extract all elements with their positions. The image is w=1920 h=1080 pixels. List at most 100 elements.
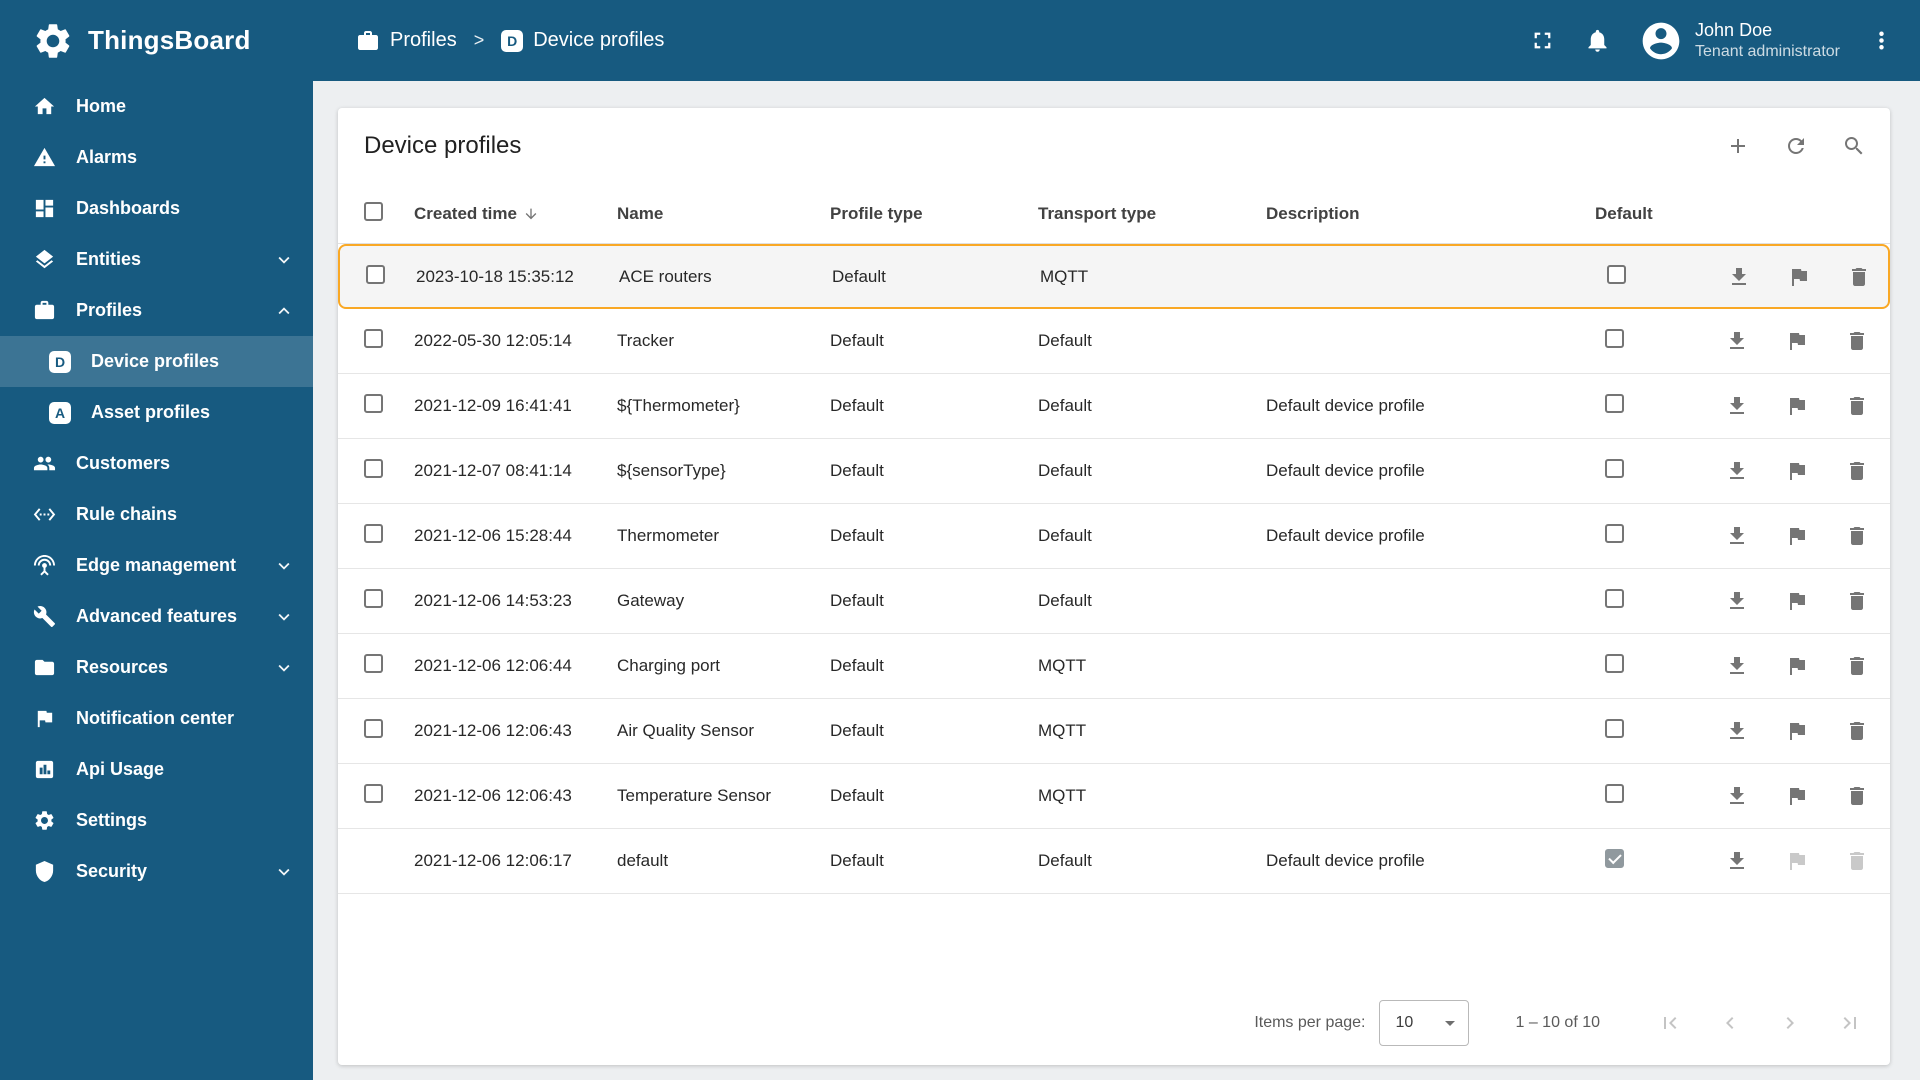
row-checkbox[interactable] <box>364 459 383 478</box>
table-row[interactable]: 2022-05-30 12:05:14 Tracker Default Defa… <box>338 309 1890 374</box>
column-header-profile-type[interactable]: Profile type <box>830 204 1038 224</box>
sidebar-item-api-usage[interactable]: Api Usage <box>0 744 313 795</box>
export-profile-button[interactable] <box>1725 459 1749 483</box>
set-default-button[interactable] <box>1785 394 1809 418</box>
table-row[interactable]: 2021-12-06 12:06:43 Air Quality Sensor D… <box>338 699 1890 764</box>
table-row[interactable]: 2021-12-06 14:53:23 Gateway Default Defa… <box>338 569 1890 634</box>
default-checkbox[interactable] <box>1605 524 1624 543</box>
download-icon <box>1725 524 1749 548</box>
sidebar-item-dashboards[interactable]: Dashboards <box>0 183 313 234</box>
notifications-button[interactable] <box>1584 27 1611 54</box>
sidebar-item-label: Asset profiles <box>91 402 211 422</box>
sidebar-item-settings[interactable]: Settings <box>0 795 313 846</box>
delete-profile-button[interactable] <box>1845 589 1869 613</box>
export-profile-button[interactable] <box>1725 849 1749 873</box>
sidebar-item-home[interactable]: Home <box>0 81 313 132</box>
column-header-name[interactable]: Name <box>617 204 830 224</box>
items-per-page-select[interactable]: 10 <box>1379 999 1470 1046</box>
delete-profile-button[interactable] <box>1845 524 1869 548</box>
delete-profile-button[interactable] <box>1845 719 1869 743</box>
user-menu[interactable]: John Doe Tenant administrator <box>1639 19 1840 63</box>
breadcrumb-device-profiles[interactable]: D Device profiles <box>501 29 664 52</box>
export-profile-button[interactable] <box>1725 654 1749 678</box>
delete-profile-button[interactable] <box>1845 329 1869 353</box>
refresh-button[interactable] <box>1784 134 1808 158</box>
delete-profile-button[interactable] <box>1845 394 1869 418</box>
delete-profile-button[interactable] <box>1845 784 1869 808</box>
row-checkbox[interactable] <box>364 719 383 738</box>
sidebar-item-entities[interactable]: Entities <box>0 234 313 285</box>
row-checkbox-cell <box>338 719 414 743</box>
set-default-button[interactable] <box>1785 719 1809 743</box>
previous-page-button[interactable] <box>1718 1011 1742 1035</box>
sidebar-item-customers[interactable]: Customers <box>0 438 313 489</box>
default-checkbox[interactable] <box>1605 329 1624 348</box>
column-header-created-time[interactable]: Created time <box>414 204 617 224</box>
sidebar-item-device-profiles[interactable]: D Device profiles <box>0 336 313 387</box>
next-page-button[interactable] <box>1778 1011 1802 1035</box>
default-checkbox[interactable] <box>1605 459 1624 478</box>
row-checkbox[interactable] <box>364 589 383 608</box>
table-row[interactable]: 2021-12-07 08:41:14 ${sensorType} Defaul… <box>338 439 1890 504</box>
last-page-button[interactable] <box>1838 1011 1862 1035</box>
column-header-default[interactable]: Default <box>1595 204 1725 224</box>
first-page-button[interactable] <box>1658 1011 1682 1035</box>
app-logo[interactable]: ThingsBoard <box>0 0 313 81</box>
export-profile-button[interactable] <box>1727 265 1751 289</box>
sidebar-item-rule-chains[interactable]: Rule chains <box>0 489 313 540</box>
sidebar-item-asset-profiles[interactable]: A Asset profiles <box>0 387 313 438</box>
export-profile-button[interactable] <box>1725 719 1749 743</box>
row-checkbox[interactable] <box>364 394 383 413</box>
search-button[interactable] <box>1842 134 1866 158</box>
breadcrumb-profiles[interactable]: Profiles <box>356 29 457 53</box>
default-checkbox[interactable] <box>1605 394 1624 413</box>
default-checkbox[interactable] <box>1607 264 1626 284</box>
more-menu-button[interactable] <box>1868 27 1895 54</box>
export-profile-button[interactable] <box>1725 394 1749 418</box>
fullscreen-button[interactable] <box>1529 27 1556 54</box>
set-default-button[interactable] <box>1787 265 1811 289</box>
delete-profile-button[interactable] <box>1845 459 1869 483</box>
column-header-description[interactable]: Description <box>1266 204 1595 224</box>
row-checkbox[interactable] <box>364 654 383 673</box>
table-row[interactable]: 2021-12-06 15:28:44 Thermometer Default … <box>338 504 1890 569</box>
export-profile-button[interactable] <box>1725 589 1749 613</box>
sidebar-item-advanced-features[interactable]: Advanced features <box>0 591 313 642</box>
set-default-button[interactable] <box>1785 329 1809 353</box>
row-checkbox[interactable] <box>364 524 383 543</box>
export-profile-button[interactable] <box>1725 329 1749 353</box>
export-profile-button[interactable] <box>1725 784 1749 808</box>
default-checkbox[interactable] <box>1605 784 1624 803</box>
table-row[interactable]: 2021-12-09 16:41:41 ${Thermometer} Defau… <box>338 374 1890 439</box>
select-all-checkbox[interactable] <box>364 201 383 221</box>
delete-profile-button[interactable] <box>1847 265 1871 289</box>
set-default-button[interactable] <box>1785 459 1809 483</box>
add-device-profile-button[interactable] <box>1726 134 1750 158</box>
row-checkbox[interactable] <box>366 264 385 284</box>
cell-default <box>1595 784 1725 808</box>
row-checkbox[interactable] <box>364 329 383 348</box>
default-checkbox[interactable] <box>1605 589 1624 608</box>
content-area: Device profiles Created time Name Profil… <box>313 81 1920 1080</box>
table-row[interactable]: 2023-10-18 15:35:12 ACE routers Default … <box>338 244 1890 309</box>
set-default-button[interactable] <box>1785 654 1809 678</box>
default-checkbox[interactable] <box>1605 719 1624 738</box>
table-row[interactable]: 2021-12-06 12:06:43 Temperature Sensor D… <box>338 764 1890 829</box>
set-default-button[interactable] <box>1785 524 1809 548</box>
sidebar-item-edge-management[interactable]: Edge management <box>0 540 313 591</box>
set-default-button[interactable] <box>1785 589 1809 613</box>
column-header-transport-type[interactable]: Transport type <box>1038 204 1266 224</box>
delete-profile-button[interactable] <box>1845 654 1869 678</box>
row-checkbox[interactable] <box>364 784 383 803</box>
sidebar-item-resources[interactable]: Resources <box>0 642 313 693</box>
sidebar-item-label: Device profiles <box>91 351 220 371</box>
sidebar-item-profiles[interactable]: Profiles <box>0 285 313 336</box>
export-profile-button[interactable] <box>1725 524 1749 548</box>
sidebar-item-security[interactable]: Security <box>0 846 313 897</box>
table-row[interactable]: 2021-12-06 12:06:17 default Default Defa… <box>338 829 1890 894</box>
sidebar-item-alarms[interactable]: Alarms <box>0 132 313 183</box>
default-checkbox[interactable] <box>1605 654 1624 673</box>
table-row[interactable]: 2021-12-06 12:06:44 Charging port Defaul… <box>338 634 1890 699</box>
set-default-button[interactable] <box>1785 784 1809 808</box>
sidebar-item-notification-center[interactable]: Notification center <box>0 693 313 744</box>
